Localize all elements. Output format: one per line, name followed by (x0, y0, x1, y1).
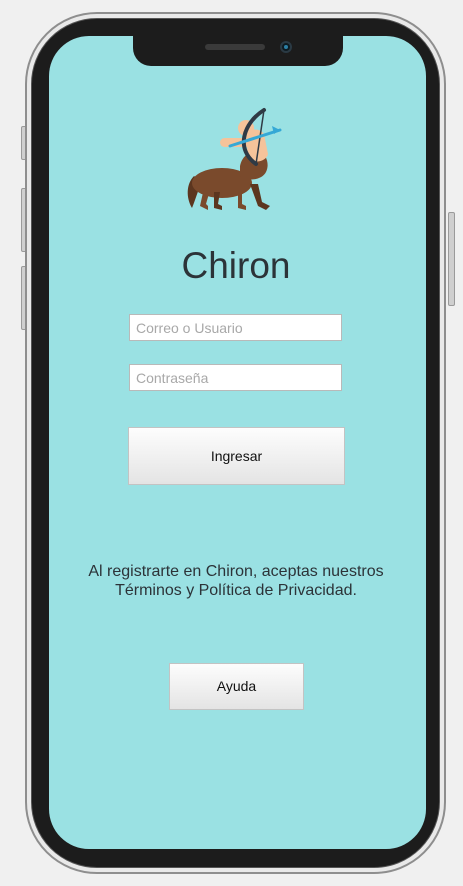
device-stage: Chiron Ingresar Al registrarte en Chiron… (0, 0, 463, 886)
power-button (448, 212, 455, 306)
centaur-archer-icon (187, 108, 282, 210)
password-input[interactable] (129, 364, 342, 391)
username-input[interactable] (129, 314, 342, 341)
help-button[interactable]: Ayuda (169, 663, 304, 710)
login-button[interactable]: Ingresar (128, 427, 345, 485)
terms-notice: Al registrarte en Chiron, aceptas nuestr… (60, 562, 412, 600)
terms-line-2: Términos y Política de Privacidad. (115, 582, 357, 599)
front-camera (280, 41, 292, 53)
app-title: Chiron (181, 245, 291, 286)
terms-line-1: Al registrarte en Chiron, aceptas nuestr… (88, 563, 384, 580)
phone-notch (133, 36, 343, 66)
earpiece-speaker (205, 44, 265, 50)
